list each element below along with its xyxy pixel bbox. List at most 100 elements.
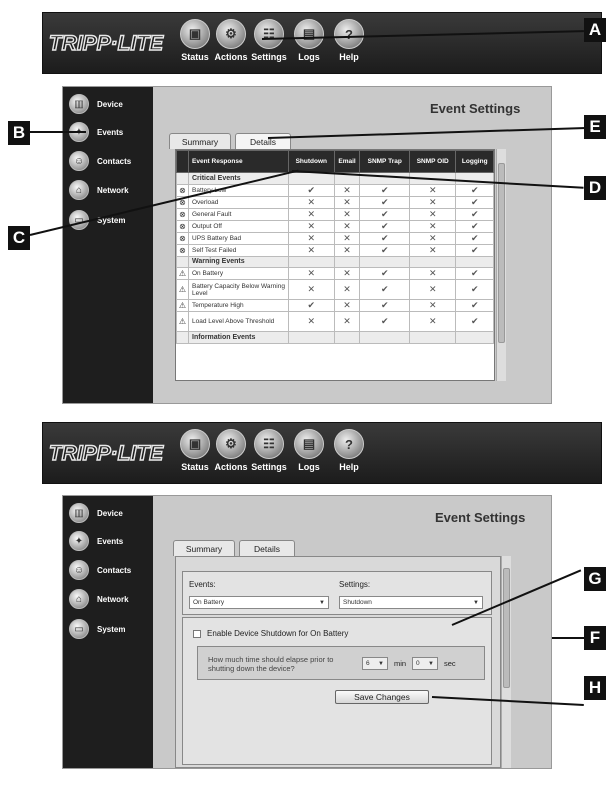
x-mark-icon[interactable]: ✕ [333,183,361,197]
x-mark-icon[interactable]: ✕ [288,243,335,257]
network-icon: ⌂ [69,589,89,609]
nav-label: Help [339,52,359,62]
sidebar-item-network[interactable]: ⌂ Network [69,588,129,610]
sidebar-item-device[interactable]: ▥ Device [69,502,123,524]
nav-help[interactable]: ? Help [327,429,371,472]
checkmark-icon[interactable]: ✔ [455,279,494,301]
x-mark-icon[interactable]: ✕ [288,279,335,301]
x-mark-icon[interactable]: ✕ [333,243,361,257]
checkmark-icon[interactable]: ✔ [288,183,335,197]
checkmark-icon[interactable]: ✔ [455,267,494,281]
critical-event-icon: ⊗ [176,207,189,221]
x-mark-icon[interactable]: ✕ [333,195,361,209]
checkmark-icon[interactable]: ✔ [359,219,410,233]
x-mark-icon[interactable]: ✕ [333,299,361,313]
critical-event-icon: ⊗ [176,183,189,197]
critical-event-icon: ⊗ [176,219,189,233]
x-mark-icon[interactable]: ✕ [288,207,335,221]
event-settings-panel-2: ▥ Device ✦ Events ☺ Contacts ⌂ Network ▭ Syst… [62,495,552,769]
nav-logs[interactable]: ▤ Logs [287,19,331,62]
checkmark-icon[interactable]: ✔ [359,183,410,197]
event-table: Event Response Shutdown Email SNMP Trap SNMP… [175,149,495,381]
sidebar-item-events[interactable]: ✦ Events [69,530,123,552]
nav-logs[interactable]: ▤ Logs [287,429,331,472]
nav-settings[interactable]: ☷ Settings [247,429,291,472]
nav-label: Logs [298,462,320,472]
minutes-select[interactable]: 6 ▼ [362,657,388,670]
checkmark-icon[interactable]: ✔ [359,207,410,221]
help-icon: ? [334,19,364,49]
checkmark-icon[interactable]: ✔ [455,231,494,245]
table-row: ⚠ Battery Capacity Below Warning Level ✕ ✕ ✔… [176,279,494,301]
panel-scrollbar[interactable] [501,556,511,768]
x-mark-icon[interactable]: ✕ [408,279,457,301]
checkmark-icon[interactable]: ✔ [359,231,410,245]
section-row: Warning Events [176,255,494,269]
checkmark-icon[interactable]: ✔ [455,219,494,233]
x-mark-icon[interactable]: ✕ [408,231,457,245]
tab-summary[interactable]: Summary [169,133,231,149]
column-header: Event Response [188,150,289,173]
x-mark-icon[interactable]: ✕ [408,299,457,313]
x-mark-icon[interactable]: ✕ [408,207,457,221]
x-mark-icon[interactable]: ✕ [333,231,361,245]
seconds-select[interactable]: 0 ▼ [412,657,438,670]
x-mark-icon[interactable]: ✕ [408,183,457,197]
checkmark-icon[interactable]: ✔ [359,267,410,281]
x-mark-icon[interactable]: ✕ [288,267,335,281]
checkmark-icon[interactable]: ✔ [288,299,335,313]
x-mark-icon[interactable]: ✕ [408,311,457,333]
tab-summary[interactable]: Summary [173,540,235,556]
sidebar-item-contacts[interactable]: ☺ Contacts [69,150,131,172]
scrollbar-thumb[interactable] [498,163,505,343]
x-mark-icon[interactable]: ✕ [408,243,457,257]
checkmark-icon[interactable]: ✔ [359,195,410,209]
tab-details[interactable]: Details [239,540,295,556]
checkmark-icon[interactable]: ✔ [455,195,494,209]
sidebar-item-network[interactable]: ⌂ Network [69,179,129,201]
contacts-icon: ☺ [69,560,89,580]
x-mark-icon[interactable]: ✕ [288,195,335,209]
x-mark-icon[interactable]: ✕ [408,195,457,209]
sidebar-item-system[interactable]: ▭ System [69,618,125,640]
enable-shutdown-checkbox[interactable] [193,630,201,638]
x-mark-icon[interactable]: ✕ [288,231,335,245]
checkmark-icon[interactable]: ✔ [455,183,494,197]
x-mark-icon[interactable]: ✕ [333,311,361,333]
page-title: Event Settings [430,101,521,116]
x-mark-icon[interactable]: ✕ [333,279,361,301]
checkmark-icon[interactable]: ✔ [359,279,410,301]
checkmark-icon[interactable]: ✔ [455,299,494,313]
nav-label: Help [339,462,359,472]
tab-details[interactable]: Details [235,133,291,149]
nav-settings[interactable]: ☷ Settings [247,19,291,62]
sidebar-label: Events [97,127,124,137]
x-mark-icon[interactable]: ✕ [288,219,335,233]
checkmark-icon[interactable]: ✔ [455,311,494,333]
events-select[interactable]: On Battery ▼ [189,596,329,609]
event-name: Load Level Above Threshold [188,311,289,333]
settings-select[interactable]: Shutdown ▼ [339,596,483,609]
checkmark-icon[interactable]: ✔ [359,299,410,313]
x-mark-icon[interactable]: ✕ [333,267,361,281]
sidebar-item-device[interactable]: ▥ Device [69,93,123,115]
checkmark-icon[interactable]: ✔ [359,243,410,257]
header-bar-2: TRIPP·LITE ▣ Status ⚙ Actions ☷ Settings ▤ L… [42,422,602,484]
x-mark-icon[interactable]: ✕ [333,219,361,233]
checkmark-icon[interactable]: ✔ [455,207,494,221]
checkmark-icon[interactable]: ✔ [359,311,410,333]
save-changes-button[interactable]: Save Changes [335,690,429,704]
checkmark-icon[interactable]: ✔ [455,243,494,257]
details-content: Events: Settings: On Battery ▼ Shutdown ▼ … [175,556,501,768]
x-mark-icon[interactable]: ✕ [408,219,457,233]
nav-help[interactable]: ? Help [327,19,371,62]
x-mark-icon[interactable]: ✕ [408,267,457,281]
section-row: Information Events [176,331,494,344]
sidebar-item-contacts[interactable]: ☺ Contacts [69,559,131,581]
settings-icon: ☷ [254,19,284,49]
x-mark-icon[interactable]: ✕ [288,311,335,333]
warning-event-icon: ⚠ [176,267,189,281]
scrollbar-thumb[interactable] [503,568,510,688]
x-mark-icon[interactable]: ✕ [333,207,361,221]
device-icon: ▥ [69,94,89,114]
